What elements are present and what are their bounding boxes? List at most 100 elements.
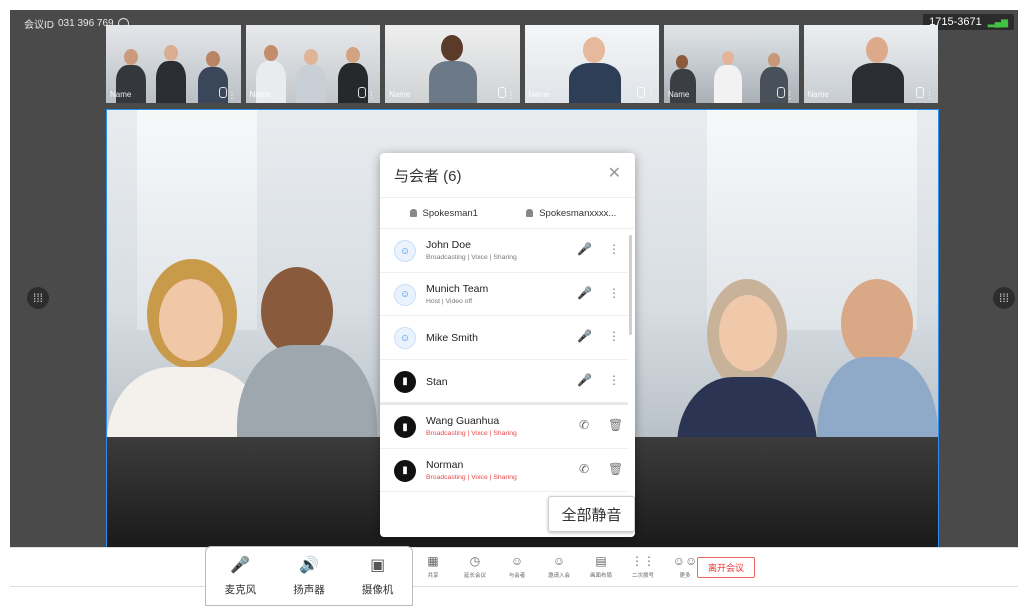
trash-icon[interactable]: 🗑 — [608, 418, 623, 432]
thumbnail-strip: Name ⋮ Name ⋮ Name ⋮ Name ⋮ Name ⋮ Name … — [106, 25, 938, 103]
person-icon: ☺ — [510, 554, 524, 568]
microphone-icon — [637, 87, 645, 98]
participants-button[interactable]: ☺ 与会者 — [500, 554, 534, 579]
participant-status: Broadcasting | Voice | Sharing — [426, 430, 517, 437]
participants-label: 与会者 — [508, 573, 526, 579]
microphone-icon — [218, 87, 227, 98]
person-icon — [409, 209, 417, 217]
more-label: 更多 — [679, 573, 691, 579]
thumbnail-video[interactable]: Name ⋮ — [803, 25, 938, 103]
more-icon[interactable]: ⋮ — [608, 286, 620, 300]
participant-row[interactable]: ☺ Munich Team Host | Video off 🎤 ⋮ — [380, 273, 628, 316]
camera-button[interactable]: ▣ 摄像机 — [362, 556, 394, 597]
grid-menu-left-button[interactable]: ⁞⁞⁞ — [27, 287, 49, 309]
leave-meeting-button[interactable]: 离开会议 — [697, 557, 755, 578]
mute-all-button[interactable]: 全部静音 — [548, 496, 635, 532]
grid-icon: ⁞⁞⁞ — [32, 291, 43, 305]
participant-row[interactable]: ☺ Mike Smith 🎤 ⋮ — [380, 316, 628, 360]
microphone-icon[interactable]: 🎤 — [577, 242, 592, 256]
more-icon[interactable]: ⋮ — [608, 373, 620, 387]
panel-title: 与会者 (6) — [394, 168, 462, 185]
thumbnail-name: Name — [668, 90, 690, 99]
spokesman-item[interactable]: Spokesmanxxxx... — [508, 198, 636, 228]
speaker-button[interactable]: 🔊 扬声器 — [293, 556, 325, 597]
camera-label: 摄像机 — [361, 583, 394, 596]
spokesman-name: Spokesman1 — [422, 207, 478, 219]
thumbnail-name: Name — [110, 90, 132, 99]
grid-icon: ⁞⁞⁞ — [998, 291, 1009, 305]
thumbnail-video[interactable]: Name ⋮ — [106, 25, 241, 103]
participant-status: Broadcasting | Voice | Sharing — [426, 473, 517, 481]
microphone-icon — [916, 87, 924, 98]
participant-name: Norman — [426, 458, 464, 471]
trash-icon[interactable]: 🗑 — [608, 462, 623, 476]
dialpad-icon: ⋮⋮ — [631, 554, 655, 568]
more-icon[interactable]: ⋮ — [228, 91, 237, 100]
thumbnail-video[interactable]: Name ⋮ — [524, 25, 659, 103]
share-label: 共享 — [427, 573, 439, 579]
microphone-muted-icon[interactable]: 🎤 — [577, 286, 592, 300]
participant-name: John Doe — [426, 239, 471, 251]
signal-icon: ▂▄▆ — [987, 16, 1008, 27]
speaker-icon: 🔊 — [299, 556, 319, 574]
phone-icon[interactable]: ✆ — [577, 462, 591, 476]
person-icon — [526, 209, 534, 217]
share-icon: ▦ — [427, 554, 439, 568]
speaker-label: 扬声器 — [293, 583, 325, 596]
microphone-label: 麦克风 — [224, 583, 257, 596]
more-icon[interactable]: ⋮ — [507, 91, 516, 100]
microphone-icon[interactable]: 🎤 — [577, 329, 592, 343]
more-icon[interactable]: ⋮ — [646, 91, 655, 100]
participant-name: Mike Smith — [426, 332, 478, 344]
dialpad-label: 二次拨号 — [631, 573, 654, 579]
microphone-icon — [776, 87, 785, 98]
more-icon[interactable]: ⋮ — [608, 329, 620, 343]
share-button[interactable]: ▦ 共享 — [416, 554, 450, 579]
participant-row[interactable]: ☺ John Doe Broadcasting | Voice | Sharin… — [380, 229, 628, 273]
invite-button[interactable]: ☺ 邀请入会 — [542, 554, 576, 579]
microphone-icon: 🎤 — [230, 556, 251, 574]
more-icon[interactable]: ⋮ — [367, 91, 376, 100]
scrollbar[interactable] — [629, 235, 632, 335]
toolbar-items: ▦ 共享 ◷ 延长会议 ☺ 与会者 ☺ 邀请入会 ▤ 画面布局 ⋮⋮ 二次拨号 … — [416, 554, 702, 579]
participant-status: Host | Video off — [426, 297, 473, 305]
more-icon[interactable]: ⋮ — [608, 242, 620, 256]
person-icon: ☺ — [394, 327, 416, 349]
microphone-icon — [358, 87, 366, 98]
more-icon[interactable]: ⋮ — [786, 91, 795, 100]
participant-name: Wang Guanhua — [426, 415, 500, 427]
thumbnail-video[interactable]: Name ⋮ — [385, 25, 520, 103]
spokesman-bar: Spokesman1 Spokesmanxxxx... — [380, 197, 635, 229]
camera-icon: ▣ — [370, 556, 386, 574]
thumbnail-video[interactable]: Name ⋮ — [664, 25, 799, 103]
more-icon: ☺☺ — [672, 554, 698, 568]
meeting-id-label: 会议ID — [24, 20, 54, 31]
add-person-icon: ☺ — [552, 554, 566, 568]
more-icon[interactable]: ⋮ — [925, 91, 934, 100]
person-icon: ☺ — [394, 283, 416, 306]
layout-button[interactable]: ▤ 画面布局 — [584, 554, 618, 579]
dialpad-button[interactable]: ⋮⋮ 二次拨号 — [626, 554, 660, 579]
microphone-icon[interactable]: 🎤 — [577, 373, 592, 387]
thumbnail-video[interactable]: Name ⋮ — [245, 25, 380, 103]
microphone-button[interactable]: 🎤 麦克风 — [225, 556, 257, 597]
invite-label: 邀请入会 — [547, 573, 570, 579]
participant-row[interactable]: ▮ Wang Guanhua Broadcasting | Voice | Sh… — [380, 405, 628, 449]
spokesman-item[interactable]: Spokesman1 — [380, 198, 508, 228]
participant-row[interactable]: ▮ Norman Broadcasting | Voice | Sharing … — [380, 449, 628, 492]
close-icon[interactable]: ✕ — [608, 163, 621, 183]
grid-menu-right-button[interactable]: ⁞⁞⁞ — [993, 287, 1015, 309]
participant-row[interactable]: ▮ Stan 🎤 ⋮ — [380, 360, 628, 405]
timer-icon: ◷ — [469, 554, 481, 568]
layout-icon: ▤ — [595, 554, 607, 568]
participant-status: Broadcasting | Voice | Sharing — [426, 254, 517, 261]
extend-meeting-button[interactable]: ◷ 延长会议 — [458, 554, 492, 579]
av-controls: 🎤 麦克风 🔊 扬声器 ▣ 摄像机 — [205, 546, 413, 606]
microphone-icon — [497, 87, 506, 98]
participants-panel: 与会者 (6) ✕ Spokesman1 Spokesmanxxxx... ☺ … — [380, 153, 635, 537]
phone-icon[interactable]: ✆ — [577, 418, 591, 432]
thumbnail-name: Name — [528, 90, 550, 99]
person-icon: ☺ — [394, 240, 416, 262]
layout-label: 画面布局 — [589, 573, 612, 579]
thumbnail-name: Name — [807, 90, 829, 99]
